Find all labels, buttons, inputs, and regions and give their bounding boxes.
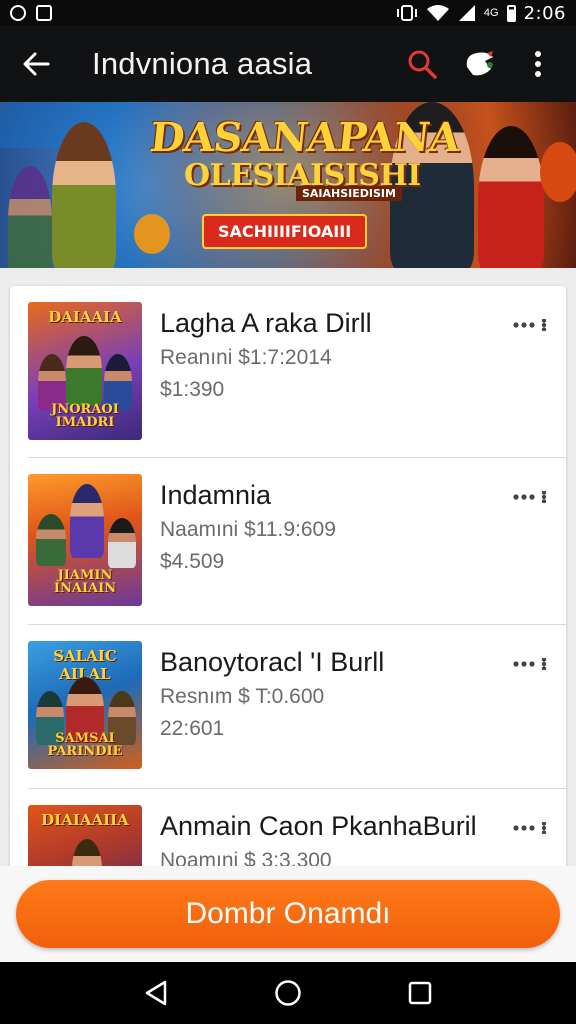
more-dots-icon <box>513 658 547 670</box>
wifi-icon <box>426 5 449 21</box>
back-arrow-icon <box>23 52 50 76</box>
item-title: Indamnia <box>160 480 272 510</box>
whatsapp-icon <box>10 5 26 21</box>
system-nav-bar <box>0 962 576 1024</box>
app-logo-button[interactable] <box>456 40 504 88</box>
game-thumbnail: JIAMIN INAIAIN <box>28 474 142 606</box>
banner-hero-right <box>478 126 544 268</box>
banner-treasure <box>134 214 170 254</box>
list-item[interactable]: DAIAAIA JNORAOI IMADRI Lagha A raka Dirl… <box>10 286 566 454</box>
primary-action-button[interactable]: Dombr Onamdı <box>16 880 560 948</box>
game-list: DAIAAIA JNORAOI IMADRI Lagha A raka Dirl… <box>10 286 566 886</box>
item-detail: Resnım $ T:0.600 <box>160 685 325 708</box>
vibrate-icon <box>396 5 417 21</box>
back-triangle-icon <box>145 980 167 1006</box>
list-item[interactable]: JIAMIN INAIAIN Indamnia Naamıni $11.9:60… <box>10 458 566 626</box>
item-title: Banoytoracl 'I Burll <box>160 647 385 677</box>
item-title: Lagha A raka Dirll <box>160 308 372 338</box>
nav-recents-button[interactable] <box>396 969 444 1017</box>
recents-square-icon <box>408 981 432 1005</box>
list-item[interactable]: SALAIC AILAL SAMSAI PARINDIE Banoytoracl… <box>10 625 566 793</box>
banner-coin <box>540 142 576 202</box>
game-thumbnail: SALAIC AILAL SAMSAI PARINDIE <box>28 641 142 769</box>
item-more-button[interactable] <box>508 813 552 843</box>
item-price: 22:601 <box>160 717 225 740</box>
nav-home-button[interactable] <box>264 969 312 1017</box>
item-detail: Reanıni $1:7:2014 <box>160 346 332 369</box>
item-title: Anmain Caon PkanhaBuril <box>160 811 477 841</box>
clock: 2:06 <box>523 2 566 24</box>
home-circle-icon <box>275 980 301 1006</box>
page-title: Indvniona aasia <box>92 46 313 81</box>
more-options-button[interactable] <box>514 40 562 88</box>
status-bar: 4G 2:06 <box>0 0 576 26</box>
bottom-action-area: Dombr Onamdı <box>0 866 576 962</box>
banner-hero-left <box>52 122 116 268</box>
search-icon <box>408 50 437 79</box>
more-vert-icon <box>535 51 541 77</box>
search-button[interactable] <box>398 40 446 88</box>
item-price: $4.509 <box>160 550 225 573</box>
banner-button[interactable]: SACHIIIIFIOAIII <box>202 214 368 249</box>
item-more-button[interactable] <box>508 649 552 679</box>
back-button[interactable] <box>0 26 72 102</box>
more-dots-icon <box>513 491 547 503</box>
battery-icon <box>506 4 516 22</box>
more-dots-icon <box>513 319 547 331</box>
game-thumbnail: DAIAAIA JNORAOI IMADRI <box>28 302 142 440</box>
promo-banner[interactable]: DASANAPANA OLESIAISISHI SAIAHSIEDISIM SA… <box>0 102 576 268</box>
notification-icon <box>36 5 52 21</box>
network-type-label: 4G <box>483 7 499 19</box>
item-more-button[interactable] <box>508 482 552 512</box>
app-screen: 4G 2:06 Indvniona aasia DASANAPANA OLESI… <box>0 0 576 1024</box>
banner-strip: SAIAHSIEDISIM <box>296 186 402 201</box>
app-logo-icon <box>466 51 493 76</box>
nav-back-button[interactable] <box>132 969 180 1017</box>
item-price: $1:390 <box>160 378 225 401</box>
item-more-button[interactable] <box>508 310 552 340</box>
item-detail: Naamıni $11.9:609 <box>160 518 336 541</box>
app-bar: Indvniona aasia <box>0 26 576 102</box>
signal-icon <box>458 5 475 21</box>
more-dots-icon <box>513 822 547 834</box>
banner-title: DASANAPANA <box>147 114 462 161</box>
banner-hero-back <box>8 166 52 268</box>
